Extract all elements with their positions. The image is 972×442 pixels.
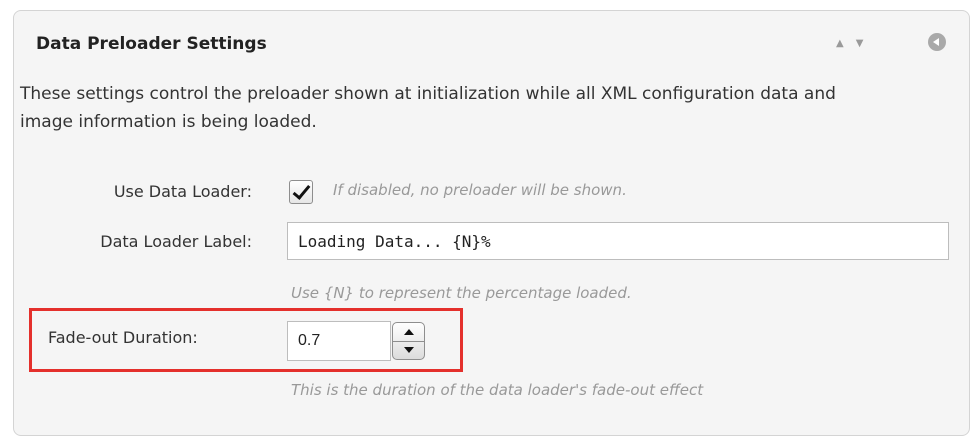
data-loader-label-hint: Use {N} to represent the percentage load… bbox=[291, 284, 632, 302]
use-data-loader-checkbox[interactable] bbox=[289, 180, 313, 204]
stepper-down-icon[interactable] bbox=[393, 341, 424, 359]
panel-description: These settings control the preloader sho… bbox=[20, 84, 836, 132]
fade-out-duration-hint: This is the duration of the data loader'… bbox=[291, 381, 704, 399]
use-data-loader-label: Use Data Loader: bbox=[113, 182, 252, 201]
stepper-up-icon[interactable] bbox=[393, 323, 424, 342]
fade-out-duration-label: Fade-out Duration: bbox=[48, 328, 198, 347]
reorder-controls: ▲ ▼ bbox=[836, 39, 863, 49]
triangle-up-icon[interactable]: ▲ bbox=[836, 39, 844, 49]
fade-out-duration-input[interactable] bbox=[287, 321, 391, 361]
data-loader-label-input[interactable] bbox=[287, 222, 949, 260]
panel-title: Data Preloader Settings bbox=[36, 34, 267, 54]
use-data-loader-hint: If disabled, no preloader will be shown. bbox=[333, 181, 627, 199]
triangle-down-icon[interactable]: ▼ bbox=[856, 39, 864, 49]
data-loader-label-label: Data Loader Label: bbox=[100, 232, 252, 251]
fade-out-duration-stepper[interactable] bbox=[392, 322, 425, 360]
collapse-icon[interactable] bbox=[928, 33, 946, 51]
